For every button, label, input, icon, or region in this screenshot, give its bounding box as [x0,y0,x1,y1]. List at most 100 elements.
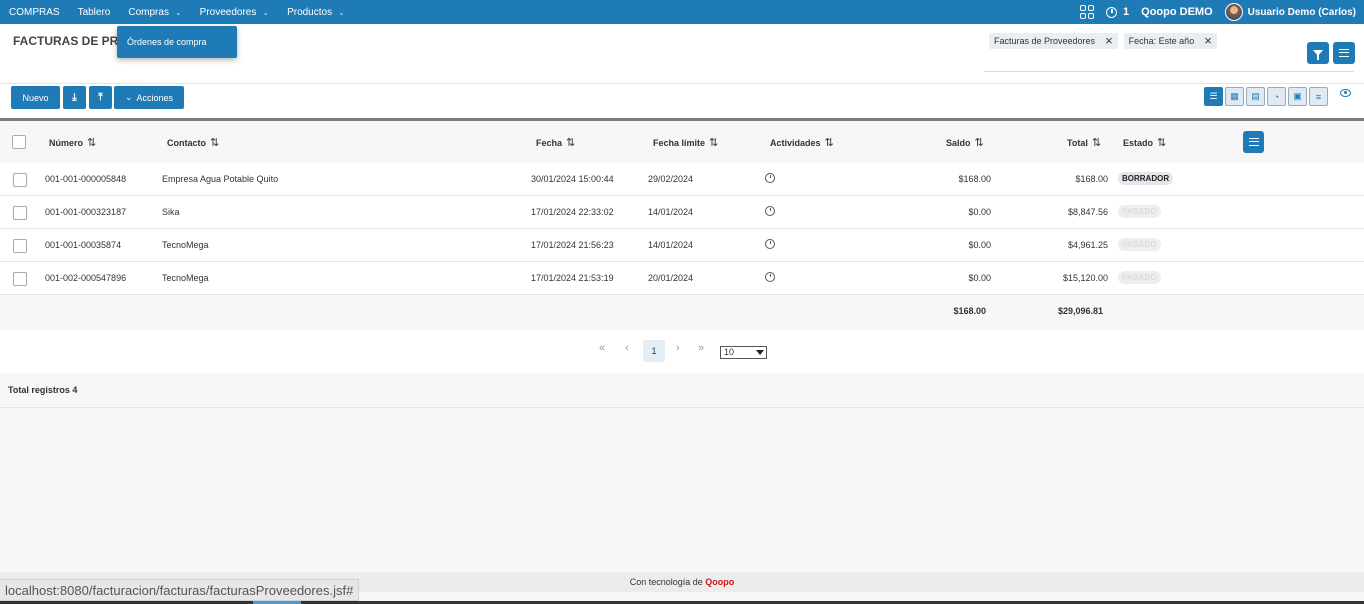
upload-button[interactable]: ⤒ [89,86,112,109]
company-name[interactable]: Qoopo DEMO [1141,6,1213,18]
clock-icon[interactable] [765,206,775,216]
search-input[interactable] [984,71,1354,72]
table-header: Número ⇅ Contacto ⇅ Fecha ⇅ Fecha límite ⇅ A… [0,121,1364,163]
total-records: Total registros 4 [8,385,78,395]
cell-contacto: TecnoMega [162,240,209,250]
status-badge: BORRADOR [1118,172,1174,185]
cell-fecha: 30/01/2024 15:00:44 [531,174,614,184]
column-header-fecha-limite[interactable]: Fecha límite ⇅ [653,136,718,149]
list-icon [1339,49,1349,57]
filter-chips: Facturas de Proveedores × Fecha: Este añ… [989,33,1217,49]
last-page-icon[interactable]: » [698,342,704,354]
notification-count[interactable]: 1 [1123,6,1129,18]
nav-item-proveedores[interactable]: Proveedores ⌄ [191,0,278,24]
first-page-icon[interactable]: « [599,342,605,354]
column-header-estado[interactable]: Estado ⇅ [1123,136,1166,149]
table-row[interactable]: 001-002-000547896 TecnoMega 17/01/2024 2… [0,262,1364,295]
eye-icon[interactable] [1340,89,1351,97]
cell-saldo: $0.00 [968,273,991,283]
view-switcher: ☰ ▦ ▤ ◔ ▣ ≡ [1204,87,1328,106]
column-header-saldo[interactable]: Saldo ⇅ [946,136,984,149]
cell-total: $4,961.25 [1067,240,1108,250]
totals-row: $168.00 $29,096.81 [0,295,1364,328]
page-1-button[interactable]: 1 [643,340,665,362]
pagination: « ‹ 1 › » 10 [0,330,1364,373]
clock-icon[interactable] [765,239,775,249]
list-view-icon[interactable]: ☰ [1204,87,1223,106]
menu-item-ordenes-compra[interactable]: Órdenes de compra [127,37,207,47]
chevron-down-icon: ⌄ [124,92,133,102]
table-row[interactable]: 001-001-00035874 TecnoMega 17/01/2024 21… [0,229,1364,262]
filter-icon [1313,50,1323,60]
cell-saldo: $0.00 [968,240,991,250]
column-header-fecha[interactable]: Fecha ⇅ [536,136,575,149]
sort-icon: ⇅ [824,137,834,149]
sort-icon: ⇅ [566,137,576,149]
column-header-contacto[interactable]: Contacto ⇅ [167,136,219,149]
cell-numero: 001-001-00035874 [45,240,122,250]
pie-chart-view-icon[interactable]: ◔ [1267,87,1286,106]
cell-contacto: Empresa Agua Potable Quito [162,174,279,184]
cell-fecha: 17/01/2024 21:53:19 [531,273,614,283]
user-menu[interactable]: Usuario Demo (Carlos) [1224,3,1356,21]
footer-brand-link[interactable]: Qoopo [705,577,734,587]
user-name: Usuario Demo (Carlos) [1247,6,1356,18]
page-title: FACTURAS DE PR [13,34,119,48]
status-url-tooltip: localhost:8080/facturacion/facturas/fact… [0,579,360,601]
clock-icon[interactable] [765,173,775,183]
cell-numero: 001-002-000547896 [45,273,127,283]
actions-button[interactable]: ⌄ Acciones [114,86,184,109]
table-row[interactable]: 001-001-000323187 Sika 17/01/2024 22:33:… [0,196,1364,229]
next-page-icon[interactable]: › [676,342,680,354]
nav-item-productos[interactable]: Productos ⌄ [278,0,354,24]
status-badge: PAGADO [1118,271,1161,284]
kanban-view-icon[interactable]: ▦ [1225,87,1244,106]
cell-fecha-limite: 20/01/2024 [648,273,694,283]
sort-icon: ⇅ [87,137,97,149]
filter-button[interactable] [1307,42,1329,64]
nav-item-compras[interactable]: Compras ⌄ [119,0,190,24]
select-all-checkbox[interactable] [12,135,26,149]
cell-total: $8,847.56 [1067,207,1108,217]
row-checkbox[interactable] [13,173,27,187]
chevron-down-icon: ⌄ [338,7,345,17]
row-checkbox[interactable] [13,239,27,253]
menu-button[interactable] [1333,42,1355,64]
sort-icon: ⇅ [974,137,984,149]
column-header-numero[interactable]: Número ⇅ [49,136,96,149]
nav-item-tablero[interactable]: Tablero [69,0,120,24]
apps-grid-icon[interactable] [1080,5,1095,19]
cell-fecha-limite: 14/01/2024 [648,240,694,250]
download-button[interactable]: ⤓ [63,86,86,109]
gantt-view-icon[interactable]: ≡ [1309,87,1328,106]
row-checkbox[interactable] [13,206,27,220]
upload-icon: ⤒ [98,91,103,103]
column-header-actividades[interactable]: Actividades ⇅ [770,136,834,149]
new-button[interactable]: Nuevo [11,86,60,109]
table-row[interactable]: 001-001-000005848 Empresa Agua Potable Q… [0,163,1364,196]
filter-chip: Facturas de Proveedores × [989,33,1118,49]
form-view-icon[interactable]: ▤ [1246,87,1265,106]
clock-icon[interactable] [765,272,775,282]
clock-icon[interactable] [1106,6,1118,18]
close-icon[interactable]: × [1105,34,1113,47]
close-icon[interactable]: × [1204,34,1212,47]
calendar-view-icon[interactable]: ▣ [1288,87,1307,106]
column-header-total[interactable]: Total ⇅ [1067,136,1101,149]
cell-fecha-limite: 29/02/2024 [648,174,694,184]
cell-contacto: TecnoMega [162,273,209,283]
nav-brand[interactable]: COMPRAS [0,0,69,24]
toolbar: Nuevo ⤓ ⤒ ⌄ Acciones ☰ ▦ ▤ ◔ ▣ ≡ [0,84,1364,118]
compras-dropdown-menu: Órdenes de compra [117,26,237,58]
cell-contacto: Sika [162,207,180,217]
status-badge: PAGADO [1118,205,1161,218]
page-size-select[interactable]: 10 [720,346,767,359]
columns-toggle-button[interactable] [1243,131,1264,153]
cell-total: $15,120.00 [1062,273,1108,283]
cell-numero: 001-001-000005848 [45,174,127,184]
prev-page-icon[interactable]: ‹ [625,342,629,354]
sort-icon: ⇅ [1091,137,1102,149]
sort-icon: ⇅ [709,137,719,149]
row-checkbox[interactable] [13,272,27,286]
invoices-table: Número ⇅ Contacto ⇅ Fecha ⇅ Fecha límite ⇅ A… [0,121,1364,328]
